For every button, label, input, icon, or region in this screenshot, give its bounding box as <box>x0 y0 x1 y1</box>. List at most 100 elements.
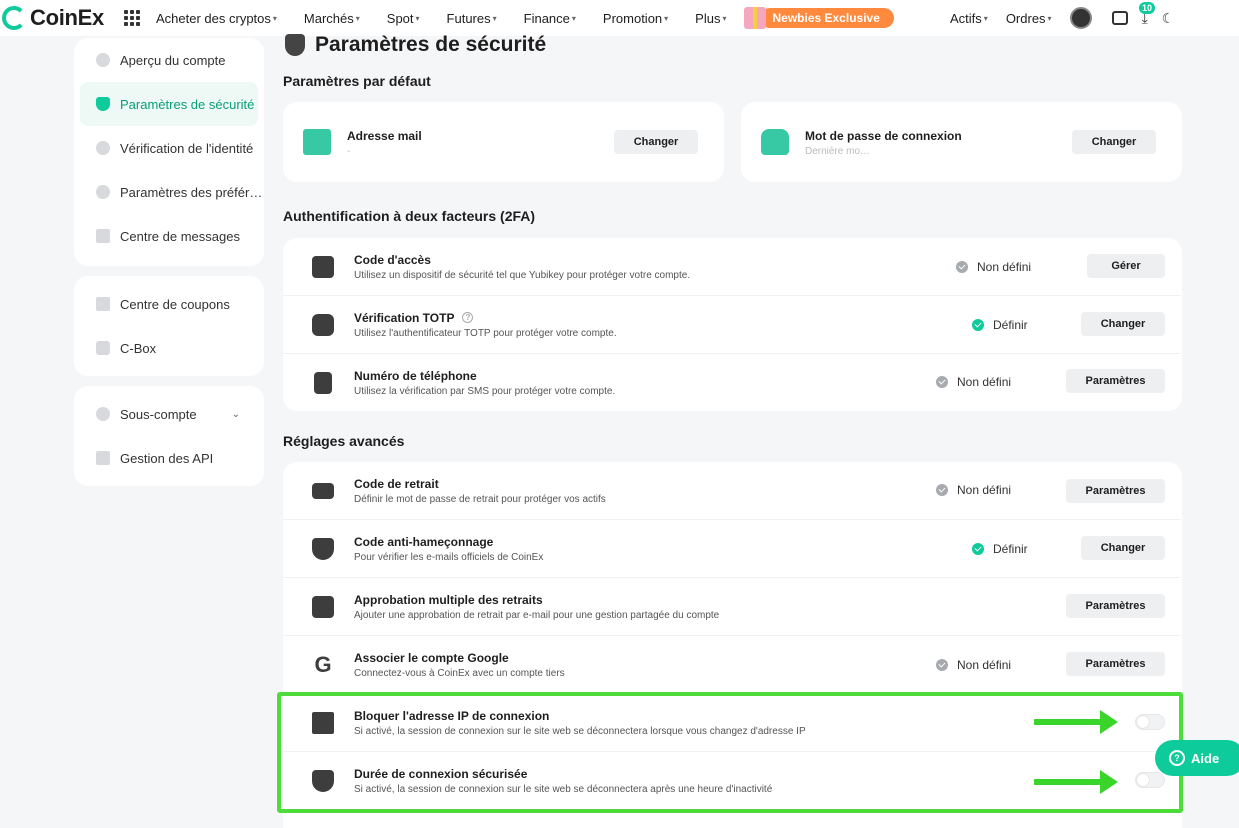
avatar[interactable] <box>1069 7 1092 29</box>
sidebar-item-subaccount[interactable]: Sous-compte ⌄ <box>74 392 264 436</box>
nav-promotion[interactable]: Promotion ▾ <box>603 11 668 26</box>
help-icon[interactable]: ? <box>462 312 474 323</box>
caret-down-icon: ▾ <box>1047 13 1052 23</box>
nav-markets[interactable]: Marchés ▾ <box>304 11 360 26</box>
arrow-annotation <box>1034 710 1118 734</box>
id-card-icon <box>96 141 110 155</box>
change-totp-button[interactable]: Changer <box>1081 312 1165 336</box>
sidebar-rewards-group: Centre de coupons C-Box <box>74 276 264 376</box>
multi-approval-row: Approbation multiple des retraits Ajoute… <box>283 578 1181 636</box>
row-title: Numéro de téléphone <box>354 369 477 383</box>
sidebar-item-identity[interactable]: Vérification de l'identité <box>74 126 264 170</box>
notification-badge: 10 <box>1139 2 1156 14</box>
card-icon <box>312 482 334 499</box>
newbies-promo[interactable]: Newbies Exclusive <box>744 7 894 29</box>
nav-futures[interactable]: Futures ▾ <box>447 11 497 26</box>
secure-session-toggle[interactable] <box>1135 772 1165 788</box>
sidebar-item-preferences[interactable]: Paramètres des préfér… <box>74 170 264 214</box>
check-circle-icon <box>936 659 948 671</box>
row-description: Pour vérifier les e-mails officiels de C… <box>354 551 544 563</box>
nav-buy-crypto[interactable]: Acheter des cryptos ▾ <box>156 11 277 26</box>
status-badge: Définir <box>972 318 1028 332</box>
passkey-lock-icon <box>312 255 334 278</box>
multi-approval-settings-button[interactable]: Paramètres <box>1066 594 1165 618</box>
settings-icon <box>96 185 110 199</box>
google-row: G Associer le compte Google Connectez-vo… <box>283 636 1181 694</box>
status-badge: Non défini <box>936 375 1011 389</box>
row-title: Vérification TOTP? <box>354 311 1181 325</box>
row-title: Code anti-hameçonnage <box>354 534 494 549</box>
nav-assets[interactable]: Actifs ▾ <box>950 11 988 26</box>
session-shield-icon <box>312 769 334 792</box>
top-navigation: CoinEx Acheter des cryptos ▾ Marchés ▾ Spo… <box>0 0 1239 36</box>
subaccount-icon <box>96 407 110 421</box>
sidebar-item-api[interactable]: Gestion des API <box>74 436 264 480</box>
coupon-icon <box>96 297 110 311</box>
box-icon <box>96 341 110 355</box>
withdrawal-code-settings-button[interactable]: Paramètres <box>1066 479 1165 503</box>
arrow-annotation <box>1034 770 1118 794</box>
password-card: Mot de passe de connexion Dernière mo… C… <box>741 102 1182 182</box>
row-description: Utilisez la vérification par SMS pour pr… <box>354 386 616 397</box>
email-card: Adresse mail - Changer <box>283 102 724 182</box>
sidebar-item-cbox[interactable]: C-Box <box>74 326 264 370</box>
twofa-card: Code d'accès Utilisez un dispositif de s… <box>283 238 1182 411</box>
row-description: Si activé, la session de connexion sur l… <box>354 725 806 737</box>
lock-icon <box>761 129 789 155</box>
shield-icon <box>312 537 334 560</box>
dark-mode-icon[interactable]: ☾ <box>1162 10 1175 27</box>
sidebar-account-group: Aperçu du compte Paramètres de sécurité … <box>74 38 264 266</box>
row-title: Associer le compte Google <box>354 650 509 665</box>
brand-name: CoinEx <box>30 5 104 30</box>
ip-lock-toggle[interactable] <box>1135 714 1165 730</box>
coinex-logo[interactable]: CoinEx <box>0 0 104 36</box>
password-last-changed: Dernière mo… <box>805 145 871 156</box>
change-password-button[interactable]: Changer <box>1072 130 1156 154</box>
check-circle-icon <box>936 484 948 496</box>
sidebar-item-overview[interactable]: Aperçu du compte <box>74 38 264 82</box>
nav-spot[interactable]: Spot ▾ <box>387 11 420 26</box>
check-circle-icon <box>956 261 968 273</box>
google-icon: G <box>314 651 332 677</box>
caret-down-icon: ▾ <box>415 13 420 23</box>
sidebar-item-messages[interactable]: Centre de messages <box>74 214 264 258</box>
caret-down-icon: ▾ <box>272 13 277 23</box>
apps-grid-icon[interactable] <box>124 10 140 26</box>
help-button[interactable]: ? Aide <box>1155 740 1239 776</box>
nav-finance[interactable]: Finance ▾ <box>524 11 576 26</box>
row-description: Si activé, la session de connexion sur l… <box>354 783 773 795</box>
phone-settings-button[interactable]: Paramètres <box>1066 369 1165 393</box>
caret-down-icon: ▾ <box>983 13 988 23</box>
status-badge: Non défini <box>936 658 1011 672</box>
sidebar-api-group: Sous-compte ⌄ Gestion des API <box>74 386 264 486</box>
passkey-row: Code d'accès Utilisez un dispositif de s… <box>283 238 1181 296</box>
advanced-card: Code de retrait Définir le mot de passe … <box>283 462 1182 828</box>
chevron-down-icon: ⌄ <box>231 408 240 420</box>
section-default-settings: Paramètres par défaut <box>283 73 431 89</box>
email-title: Adresse mail <box>347 128 422 143</box>
google-settings-button[interactable]: Paramètres <box>1066 652 1165 676</box>
sidebar-item-security[interactable]: Paramètres de sécurité <box>80 82 258 126</box>
section-advanced: Réglages avancés <box>283 433 405 449</box>
status-badge: Non défini <box>936 483 1011 497</box>
message-icon[interactable] <box>1111 11 1128 25</box>
change-anti-phishing-button[interactable]: Changer <box>1081 536 1165 560</box>
manage-passkey-button[interactable]: Gérer <box>1087 254 1165 278</box>
change-email-button[interactable]: Changer <box>614 130 698 154</box>
row-title: Code de retrait <box>354 476 439 491</box>
phone-row: Numéro de téléphone Utilisez la vérifica… <box>283 354 1181 412</box>
shield-icon <box>285 34 305 56</box>
approval-icon <box>312 595 334 618</box>
nav-more[interactable]: Plus ▾ <box>695 11 726 26</box>
row-description: Définir le mot de passe de retrait pour … <box>354 493 606 505</box>
email-value: - <box>347 145 351 156</box>
caret-down-icon: ▾ <box>492 13 497 23</box>
caret-down-icon: ▾ <box>355 13 360 23</box>
row-title: Code d'accès <box>354 252 431 267</box>
row-description: Utilisez un dispositif de sécurité tel q… <box>354 269 691 281</box>
help-icon: ? <box>1169 750 1185 766</box>
nav-orders[interactable]: Ordres ▾ <box>1006 11 1052 26</box>
sidebar-item-coupons[interactable]: Centre de coupons <box>74 282 264 326</box>
coinex-logo-icon <box>2 6 26 30</box>
row-description: Connectez-vous à CoinEx avec un compte t… <box>354 667 565 679</box>
